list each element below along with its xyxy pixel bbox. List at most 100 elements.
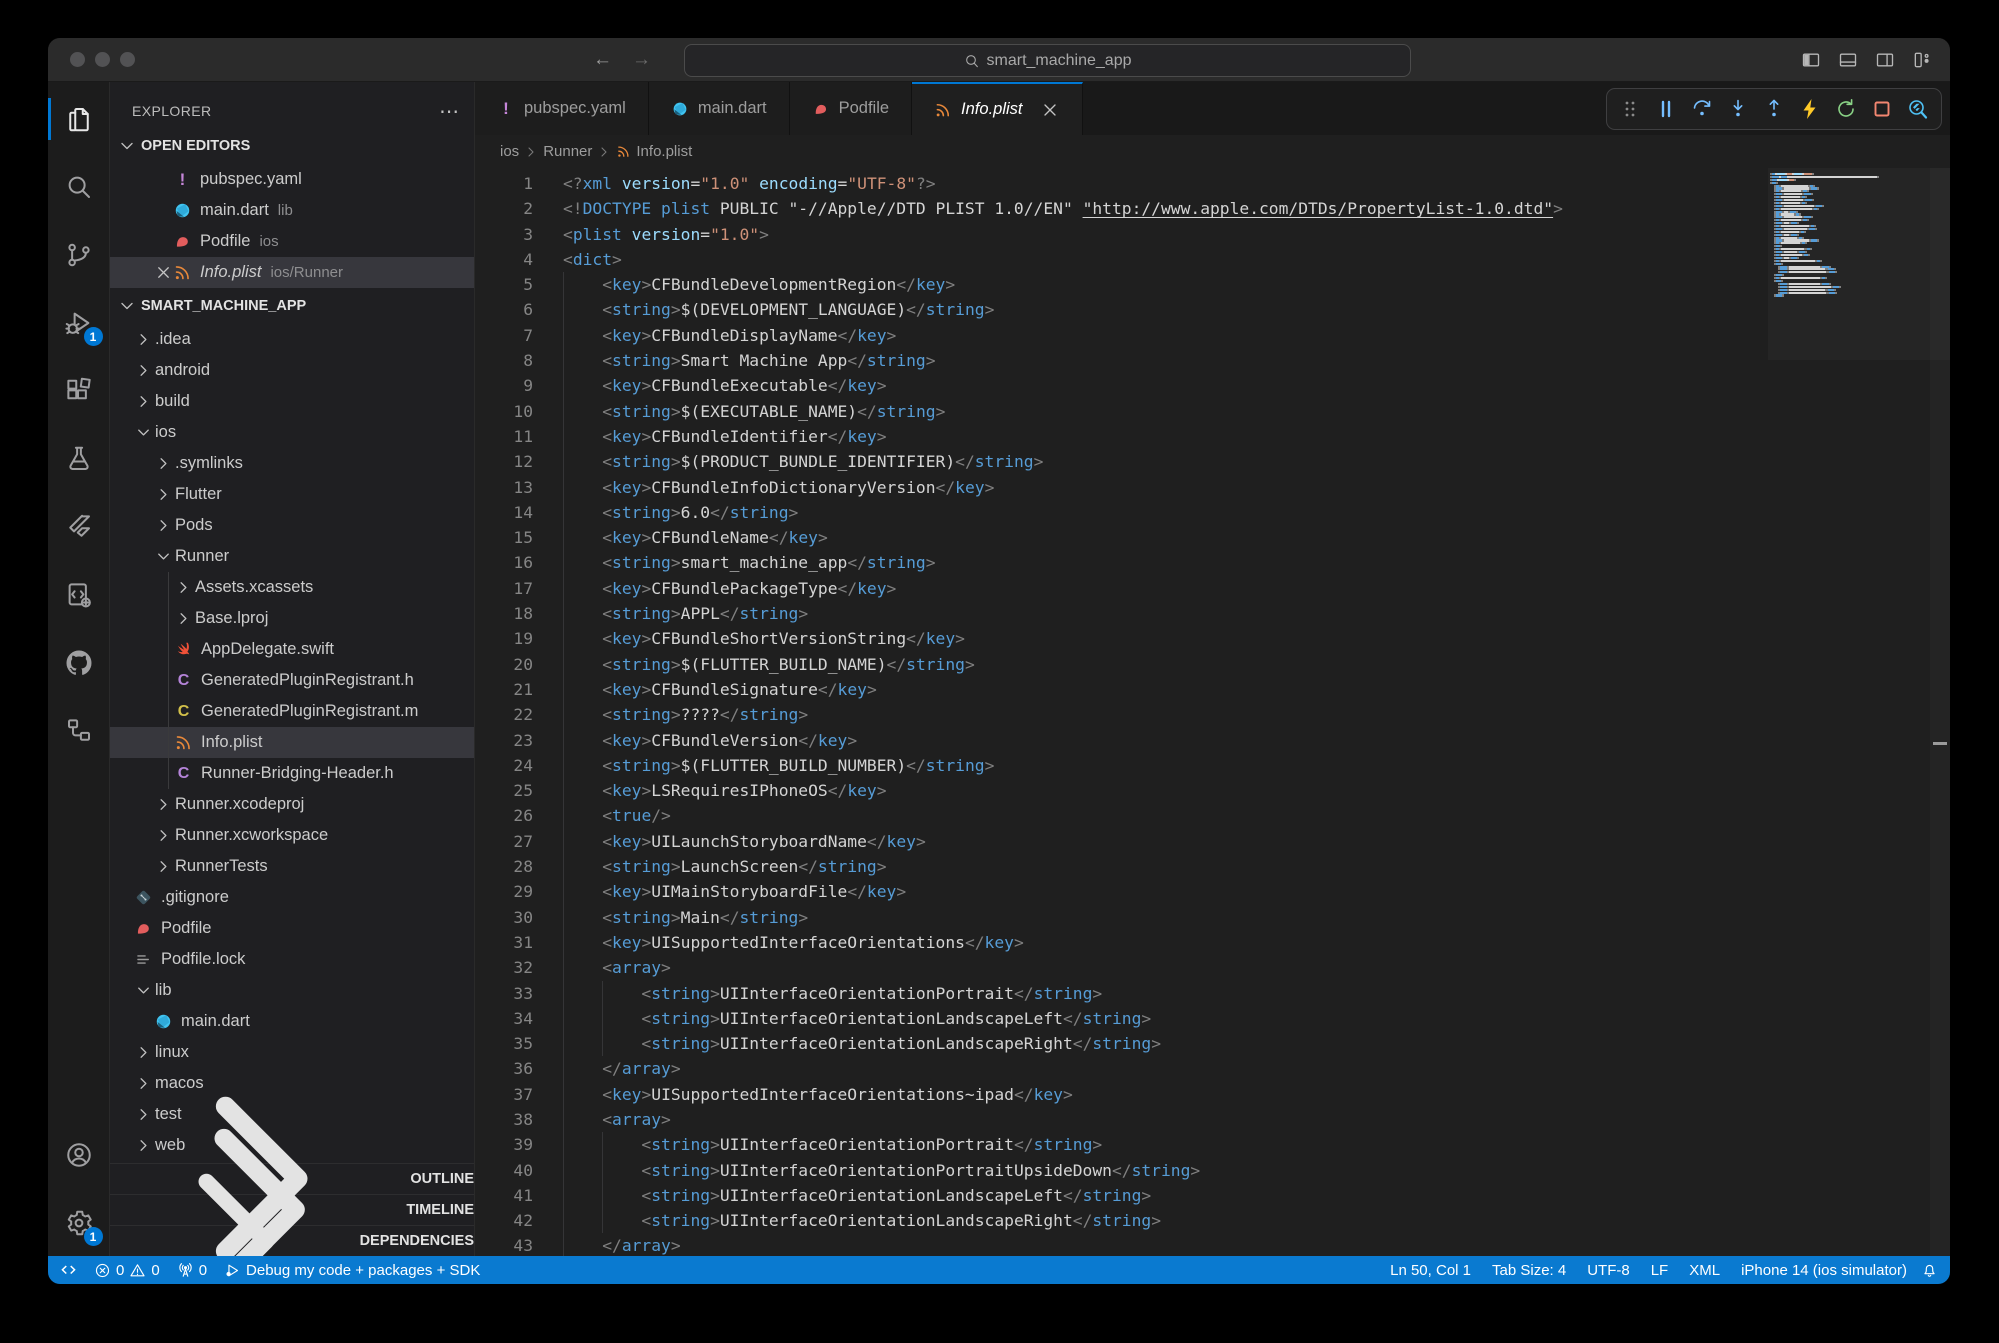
code-line-12[interactable]: 12 <string>$(PRODUCT_BUNDLE_IDENTIFIER)<… (475, 449, 1768, 474)
code-line-7[interactable]: 7 <key>CFBundleDisplayName</key> (475, 323, 1768, 348)
code-line-41[interactable]: 41 <string>UIInterfaceOrientationLandsca… (475, 1183, 1768, 1208)
code-line-3[interactable]: 3<plist version="1.0"> (475, 222, 1768, 247)
tree-item-GeneratedPluginRegistrant.m[interactable]: CGeneratedPluginRegistrant.m (110, 696, 474, 727)
code-line-26[interactable]: 26 <true/> (475, 803, 1768, 828)
cursor-position[interactable]: Ln 50, Col 1 (1390, 1262, 1471, 1279)
code-line-24[interactable]: 24 <string>$(FLUTTER_BUILD_NUMBER)</stri… (475, 753, 1768, 778)
activity-item-run-and-debug[interactable]: 1 (52, 296, 106, 350)
history-back-icon[interactable]: ← (593, 49, 612, 71)
activity-item-search[interactable] (52, 160, 106, 214)
activity-item-explorer[interactable] (52, 92, 106, 146)
toggle-sidebar-icon[interactable] (1801, 50, 1821, 70)
code-line-30[interactable]: 30 <string>Main</string> (475, 905, 1768, 930)
toggle-secondary-sidebar-icon[interactable] (1875, 50, 1895, 70)
code-line-42[interactable]: 42 <string>UIInterfaceOrientationLandsca… (475, 1208, 1768, 1233)
vertical-scrollbar[interactable] (1930, 168, 1950, 1256)
code-line-43[interactable]: 43 </array> (475, 1233, 1768, 1256)
code-line-39[interactable]: 39 <string>UIInterfaceOrientationPortrai… (475, 1132, 1768, 1157)
tree-item-android[interactable]: android (110, 355, 474, 386)
code-line-33[interactable]: 33 <string>UIInterfaceOrientationPortrai… (475, 981, 1768, 1006)
close-editor-icon[interactable] (154, 263, 173, 282)
code-line-18[interactable]: 18 <string>APPL</string> (475, 601, 1768, 626)
tree-item-Pods[interactable]: Pods (110, 510, 474, 541)
indentation[interactable]: Tab Size: 4 (1492, 1262, 1566, 1279)
code-line-19[interactable]: 19 <key>CFBundleShortVersionString</key> (475, 626, 1768, 651)
code-line-8[interactable]: 8 <string>Smart Machine App</string> (475, 348, 1768, 373)
encoding[interactable]: UTF-8 (1587, 1262, 1630, 1279)
code-line-15[interactable]: 15 <key>CFBundleName</key> (475, 525, 1768, 550)
code-line-2[interactable]: 2<!DOCTYPE plist PUBLIC "-//Apple//DTD P… (475, 196, 1768, 221)
open-editor-pubspec.yaml[interactable]: !pubspec.yaml (110, 164, 474, 195)
ports-indicator[interactable]: 0 (177, 1262, 207, 1279)
code-line-14[interactable]: 14 <string>6.0</string> (475, 500, 1768, 525)
code-line-40[interactable]: 40 <string>UIInterfaceOrientationPortrai… (475, 1158, 1768, 1183)
tree-item-ios[interactable]: ios (110, 417, 474, 448)
tree-item-Flutter[interactable]: Flutter (110, 479, 474, 510)
code-line-36[interactable]: 36 </array> (475, 1056, 1768, 1081)
language-mode[interactable]: XML (1689, 1262, 1720, 1279)
code-line-38[interactable]: 38 <array> (475, 1107, 1768, 1132)
code-line-22[interactable]: 22 <string>????</string> (475, 702, 1768, 727)
tree-item-build[interactable]: build (110, 386, 474, 417)
activity-item-flutter[interactable] (52, 500, 106, 554)
tree-item-RunnerTests[interactable]: RunnerTests (110, 851, 474, 882)
tree-item-.symlinks[interactable]: .symlinks (110, 448, 474, 479)
debug-restart-button[interactable] (1831, 94, 1861, 124)
code-line-27[interactable]: 27 <key>UILaunchStoryboardName</key> (475, 829, 1768, 854)
debug-hot-reload-button[interactable] (1795, 94, 1825, 124)
code-line-13[interactable]: 13 <key>CFBundleInfoDictionaryVersion</k… (475, 475, 1768, 500)
activity-item-references[interactable] (52, 704, 106, 758)
debug-drag-handle-button[interactable] (1615, 94, 1645, 124)
tree-item-Podfile.lock[interactable]: Podfile.lock (110, 944, 474, 975)
code-line-1[interactable]: 1<?xml version="1.0" encoding="UTF-8"?> (475, 171, 1768, 196)
problems-indicator[interactable]: 0 0 (94, 1262, 160, 1279)
activity-item-settings[interactable]: 1 (52, 1196, 106, 1250)
history-forward-icon[interactable]: → (632, 49, 651, 71)
tree-item-Runner-Bridging-Header.h[interactable]: CRunner-Bridging-Header.h (110, 758, 474, 789)
open-editor-Info.plist[interactable]: Info.plistios/Runner (110, 257, 474, 288)
tab-Podfile[interactable]: Podfile (790, 82, 912, 135)
open-editors-header[interactable]: OPEN EDITORS (110, 128, 474, 164)
tab-Info.plist[interactable]: Info.plist (912, 82, 1082, 135)
activity-item-source-control[interactable] (52, 228, 106, 282)
toggle-panel-icon[interactable] (1838, 50, 1858, 70)
code-line-29[interactable]: 29 <key>UIMainStoryboardFile</key> (475, 879, 1768, 904)
eol-sequence[interactable]: LF (1651, 1262, 1669, 1279)
open-editor-Podfile[interactable]: Podfileios (110, 226, 474, 257)
tree-item-Runner.xcworkspace[interactable]: Runner.xcworkspace (110, 820, 474, 851)
debug-widget-inspector-button[interactable] (1903, 94, 1933, 124)
activity-item-accounts[interactable] (52, 1128, 106, 1182)
activity-item-testing[interactable] (52, 432, 106, 486)
code-line-31[interactable]: 31 <key>UISupportedInterfaceOrientations… (475, 930, 1768, 955)
tree-item-.idea[interactable]: .idea (110, 324, 474, 355)
debug-step-over-button[interactable] (1687, 94, 1717, 124)
code-line-9[interactable]: 9 <key>CFBundleExecutable</key> (475, 373, 1768, 398)
code-line-25[interactable]: 25 <key>LSRequiresIPhoneOS</key> (475, 778, 1768, 803)
tree-item-macos[interactable]: macos (110, 1068, 474, 1099)
debug-step-into-button[interactable] (1723, 94, 1753, 124)
customize-layout-icon[interactable] (1912, 50, 1932, 70)
tab-main.dart[interactable]: main.dart (649, 82, 790, 135)
minimize-window-button[interactable] (95, 52, 110, 67)
tree-item-linux[interactable]: linux (110, 1037, 474, 1068)
breadcrumb-Info.plist[interactable]: Info.plist (616, 143, 692, 160)
debug-stop-button[interactable] (1867, 94, 1897, 124)
notifications-bell[interactable] (1921, 1262, 1938, 1279)
tree-item-Assets.xcassets[interactable]: Assets.xcassets (110, 572, 474, 603)
code-line-35[interactable]: 35 <string>UIInterfaceOrientationLandsca… (475, 1031, 1768, 1056)
activity-item-github[interactable] (52, 636, 106, 690)
tab-pubspec.yaml[interactable]: !pubspec.yaml (475, 82, 649, 135)
tree-item-main.dart[interactable]: main.dart (110, 1006, 474, 1037)
code-line-17[interactable]: 17 <key>CFBundlePackageType</key> (475, 576, 1768, 601)
tree-item-Info.plist[interactable]: Info.plist (110, 727, 474, 758)
breadcrumb-Runner[interactable]: Runner (543, 143, 592, 160)
open-editor-main.dart[interactable]: main.dartlib (110, 195, 474, 226)
minimap[interactable] (1770, 173, 1930, 297)
tree-item-Runner[interactable]: Runner (110, 541, 474, 572)
activity-item-dart-devtools[interactable] (52, 568, 106, 622)
debug-pause-button[interactable] (1651, 94, 1681, 124)
code-line-5[interactable]: 5 <key>CFBundleDevelopmentRegion</key> (475, 272, 1768, 297)
code-line-28[interactable]: 28 <string>LaunchScreen</string> (475, 854, 1768, 879)
tree-item-Base.lproj[interactable]: Base.lproj (110, 603, 474, 634)
remote-indicator[interactable] (60, 1262, 77, 1279)
